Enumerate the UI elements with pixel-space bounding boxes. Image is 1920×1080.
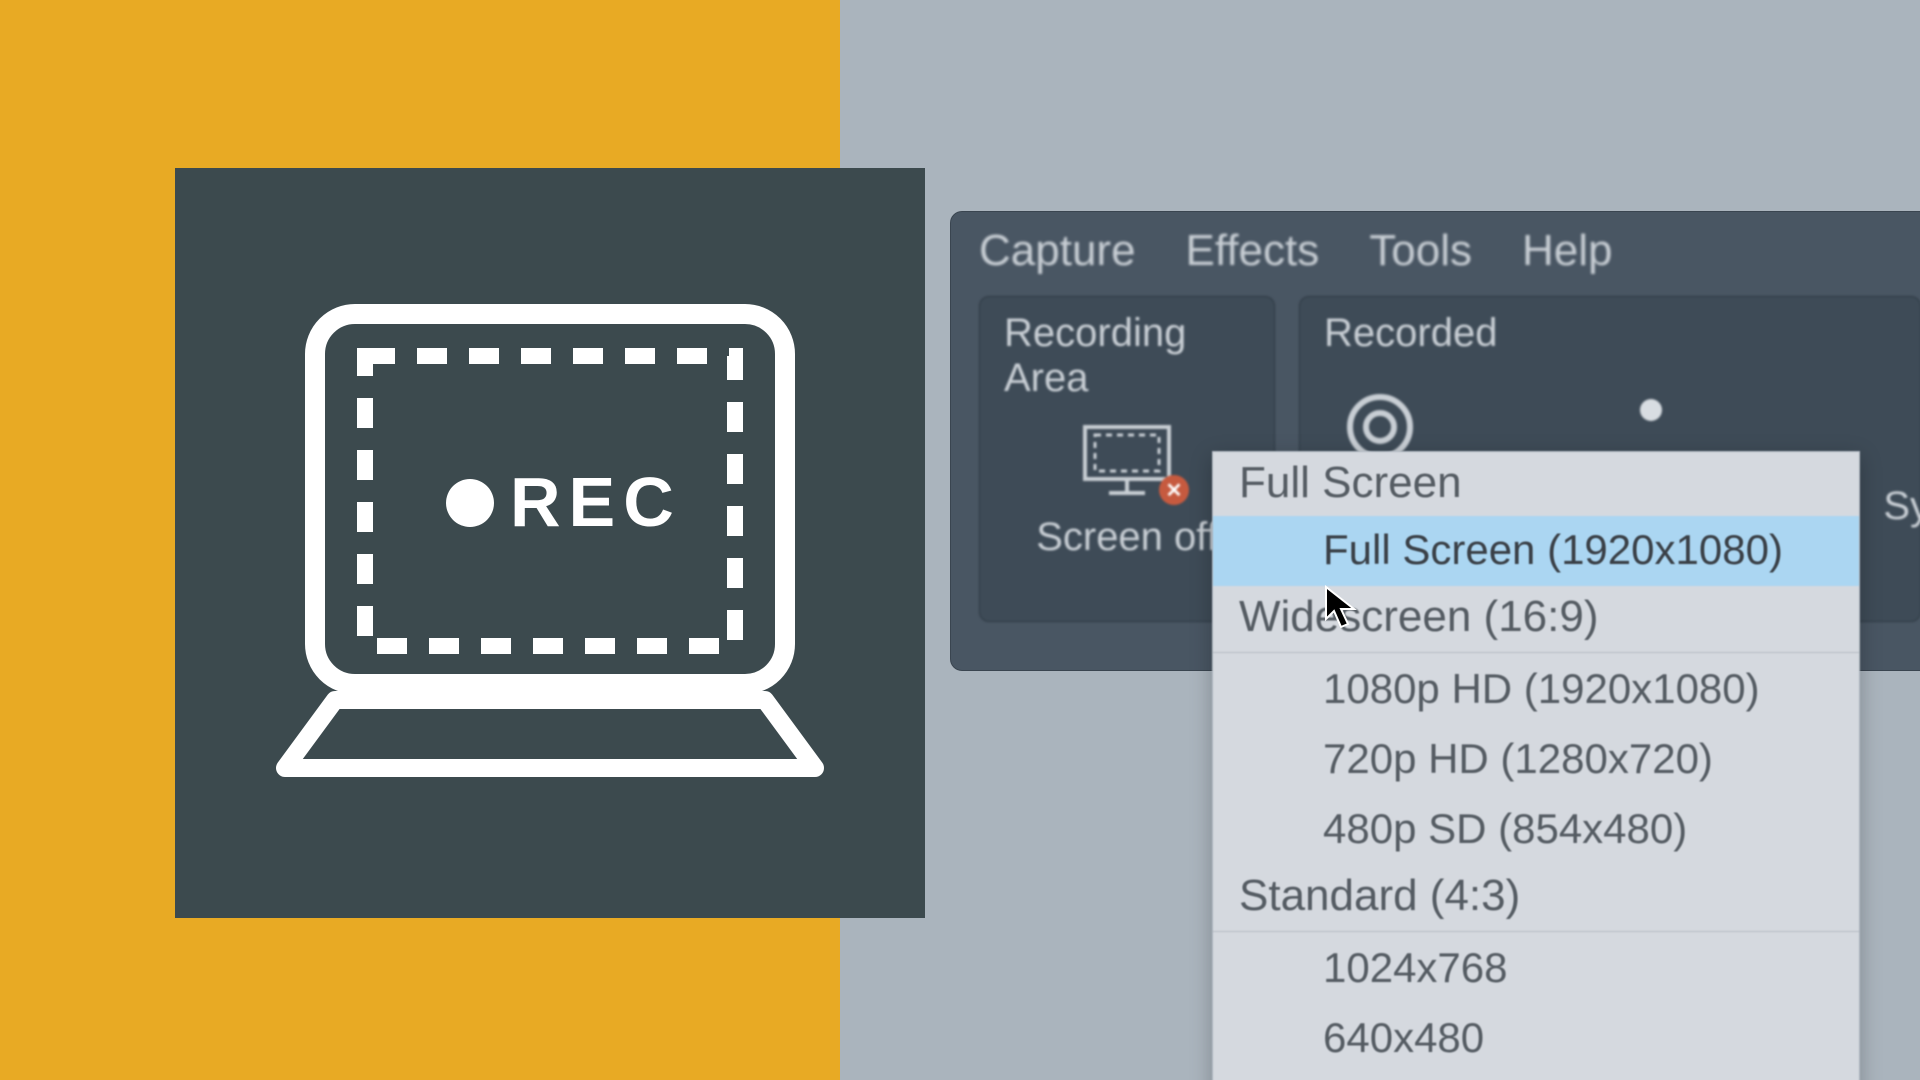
divider	[1213, 931, 1859, 932]
recorded-title: Recorded	[1324, 311, 1497, 356]
recording-area-title: Recording Area	[1004, 311, 1250, 401]
dd-header-recent: Recent areas	[1213, 1074, 1859, 1080]
app-logo-box: REC	[175, 168, 925, 918]
screen-off-label: Screen off	[1036, 515, 1218, 560]
close-icon[interactable]: ✕	[1159, 475, 1189, 505]
menu-tools[interactable]: Tools	[1369, 226, 1472, 276]
dd-item-fullscreen-1920[interactable]: Full Screen (1920x1080)	[1213, 516, 1859, 586]
dd-header-widescreen: Widescreen (16:9)	[1213, 586, 1859, 650]
dd-header-standard: Standard (4:3)	[1213, 865, 1859, 929]
svg-text:REC: REC	[510, 463, 682, 541]
area-size-dropdown: Full Screen Full Screen (1920x1080) Wide…	[1212, 451, 1860, 1080]
dd-item-480p[interactable]: 480p SD (854x480)	[1213, 795, 1859, 865]
divider	[1213, 652, 1859, 653]
dd-item-1024x768[interactable]: 1024x768	[1213, 934, 1859, 1004]
sys-label: Sys	[1883, 484, 1920, 529]
laptop-rec-icon: REC	[245, 298, 855, 788]
menu-bar: Capture Effects Tools Help	[951, 212, 1920, 296]
slider-handle[interactable]	[1640, 399, 1662, 421]
dd-item-720p[interactable]: 720p HD (1280x720)	[1213, 725, 1859, 795]
stage: REC Capture Effects Tools Help Recording…	[0, 0, 1920, 1080]
screen-area-icon: ✕	[1079, 421, 1175, 497]
menu-capture[interactable]: Capture	[979, 226, 1136, 276]
menu-effects[interactable]: Effects	[1186, 226, 1320, 276]
dd-item-1080p[interactable]: 1080p HD (1920x1080)	[1213, 655, 1859, 725]
dd-header-fullscreen: Full Screen	[1213, 452, 1859, 516]
dd-item-640x480[interactable]: 640x480	[1213, 1004, 1859, 1074]
menu-help[interactable]: Help	[1522, 226, 1613, 276]
